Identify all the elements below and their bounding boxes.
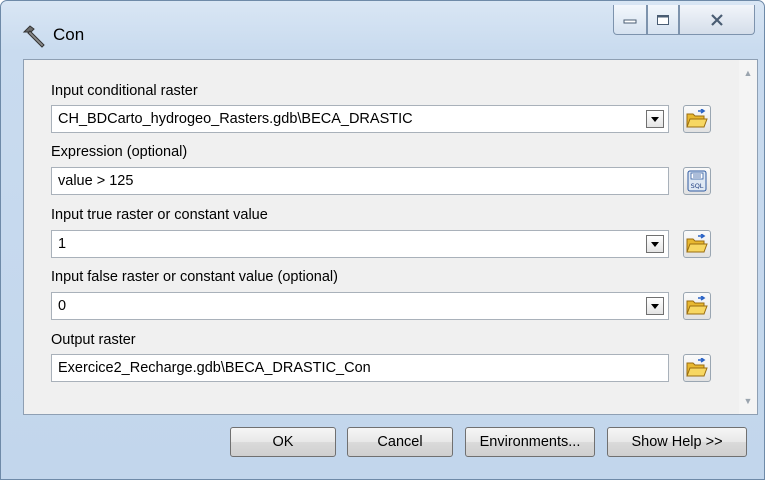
expression-input[interactable]: value > 125 (51, 167, 669, 195)
input-true-raster-value: 1 (58, 236, 67, 252)
open-folder-icon (686, 358, 708, 377)
input-true-raster-label: Input true raster or constant value (51, 207, 268, 223)
hammer-icon (22, 25, 45, 48)
show-help-button[interactable]: Show Help >> (607, 427, 747, 457)
output-raster-value: Exercice2_Recharge.gdb\BECA_DRASTIC_Con (58, 360, 371, 376)
open-folder-icon (686, 109, 708, 128)
output-raster-label: Output raster (51, 332, 136, 348)
cancel-button[interactable]: Cancel (347, 427, 453, 457)
browse-conditional-raster-button[interactable] (683, 105, 711, 133)
sql-calculator-icon: SQL (687, 170, 707, 192)
input-true-raster-combo[interactable]: 1 (51, 230, 669, 258)
open-folder-icon (686, 234, 708, 253)
con-tool-dialog: Con ▲ ▼ Input conditional raster CH_BDCa… (0, 0, 765, 480)
dropdown-arrow-icon[interactable] (646, 297, 664, 315)
dropdown-arrow-icon[interactable] (646, 110, 664, 128)
sql-expression-button[interactable]: SQL (683, 167, 711, 195)
input-conditional-raster-label: Input conditional raster (51, 83, 198, 99)
dropdown-arrow-icon[interactable] (646, 235, 664, 253)
maximize-button[interactable] (647, 5, 679, 35)
browse-output-raster-button[interactable] (683, 354, 711, 382)
output-raster-input[interactable]: Exercice2_Recharge.gdb\BECA_DRASTIC_Con (51, 354, 669, 382)
browse-false-raster-button[interactable] (683, 292, 711, 320)
scroll-down-icon[interactable]: ▼ (743, 396, 753, 406)
browse-true-raster-button[interactable] (683, 230, 711, 258)
minimize-icon (623, 19, 637, 23)
close-button[interactable] (679, 5, 755, 35)
input-false-raster-label: Input false raster or constant value (op… (51, 269, 338, 285)
ok-button[interactable]: OK (230, 427, 336, 457)
scroll-up-icon[interactable]: ▲ (743, 68, 753, 78)
input-conditional-raster-combo[interactable]: CH_BDCarto_hydrogeo_Rasters.gdb\BECA_DRA… (51, 105, 669, 133)
window-title: Con (53, 25, 85, 44)
expression-value: value > 125 (58, 173, 134, 189)
input-false-raster-combo[interactable]: 0 (51, 292, 669, 320)
vertical-scrollbar[interactable]: ▲ ▼ (739, 60, 757, 414)
input-false-raster-value: 0 (58, 298, 67, 314)
open-folder-icon (686, 296, 708, 315)
sql-label: SQL (691, 182, 704, 190)
expression-label: Expression (optional) (51, 144, 188, 160)
input-conditional-raster-value: CH_BDCarto_hydrogeo_Rasters.gdb\BECA_DRA… (58, 111, 413, 127)
maximize-icon (657, 14, 669, 25)
minimize-button[interactable] (613, 5, 647, 35)
close-icon (711, 13, 723, 26)
environments-button[interactable]: Environments... (465, 427, 595, 457)
